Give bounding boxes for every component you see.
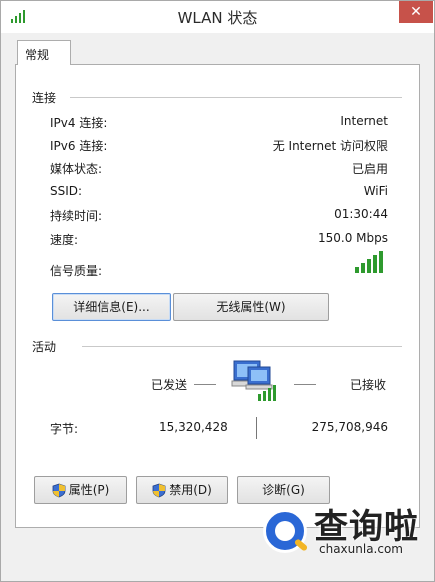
general-panel: 连接 IPv4 连接: Internet IPv6 连接: 无 Internet… bbox=[15, 64, 420, 528]
close-button[interactable]: ✕ bbox=[399, 1, 433, 23]
media-state-label: 媒体状态: bbox=[50, 162, 103, 176]
watermark-text: 查询啦 bbox=[314, 507, 419, 547]
title-bar[interactable]: WLAN 状态 ✕ bbox=[1, 1, 434, 33]
bytes-label: 字节: bbox=[50, 422, 79, 436]
duration-value: 01:30:44 bbox=[334, 207, 388, 221]
ipv4-value: Internet bbox=[340, 114, 388, 128]
properties-button[interactable]: 属性(P) bbox=[34, 476, 127, 504]
sent-label: 已发送 bbox=[151, 378, 188, 392]
window-title: WLAN 状态 bbox=[177, 9, 258, 27]
uac-shield-icon bbox=[52, 483, 66, 498]
bytes-separator bbox=[256, 417, 257, 439]
network-computers-icon bbox=[231, 360, 276, 401]
wireless-properties-button[interactable]: 无线属性(W) bbox=[173, 293, 329, 321]
ipv4-label: IPv4 连接: bbox=[50, 116, 108, 130]
details-button[interactable]: 详细信息(E)... bbox=[52, 293, 171, 321]
disable-button-label: 禁用(D) bbox=[169, 483, 212, 497]
tab-general[interactable]: 常规 bbox=[17, 40, 71, 65]
details-button-label: 详细信息(E)... bbox=[73, 300, 150, 314]
properties-button-label: 属性(P) bbox=[68, 483, 110, 497]
connection-divider bbox=[70, 97, 402, 98]
ssid-label: SSID: bbox=[50, 184, 83, 198]
signal-quality-label: 信号质量: bbox=[50, 264, 103, 278]
speed-label: 速度: bbox=[50, 233, 79, 247]
ipv6-label: IPv6 连接: bbox=[50, 139, 108, 153]
wireless-properties-label: 无线属性(W) bbox=[216, 300, 286, 314]
speed-value: 150.0 Mbps bbox=[317, 231, 388, 245]
ipv6-value: 无 Internet 访问权限 bbox=[272, 139, 388, 153]
disable-button[interactable]: 禁用(D) bbox=[136, 476, 228, 504]
bytes-sent-value: 15,320,428 bbox=[159, 420, 228, 434]
received-label: 已接收 bbox=[350, 378, 387, 392]
uac-shield-icon bbox=[152, 483, 166, 498]
tab-general-label: 常规 bbox=[25, 48, 50, 62]
bytes-received-value: 275,708,946 bbox=[311, 420, 388, 434]
diagnose-button-label: 诊断(G) bbox=[262, 483, 305, 497]
signal-strength-icon bbox=[355, 251, 383, 273]
wlan-status-dialog: WLAN 状态 ✕ 常规 连接 IPv4 连接: Internet IPv6 连… bbox=[0, 0, 435, 582]
media-state-value: 已启用 bbox=[351, 162, 388, 176]
ssid-value: WiFi bbox=[363, 184, 388, 198]
connection-section-title: 连接 bbox=[32, 91, 57, 105]
activity-divider bbox=[82, 346, 402, 347]
sent-dash bbox=[194, 384, 216, 385]
duration-label: 持续时间: bbox=[50, 209, 103, 223]
activity-section-title: 活动 bbox=[32, 340, 57, 354]
received-dash bbox=[294, 384, 316, 385]
watermark-url: chaxunla.com bbox=[319, 542, 403, 556]
